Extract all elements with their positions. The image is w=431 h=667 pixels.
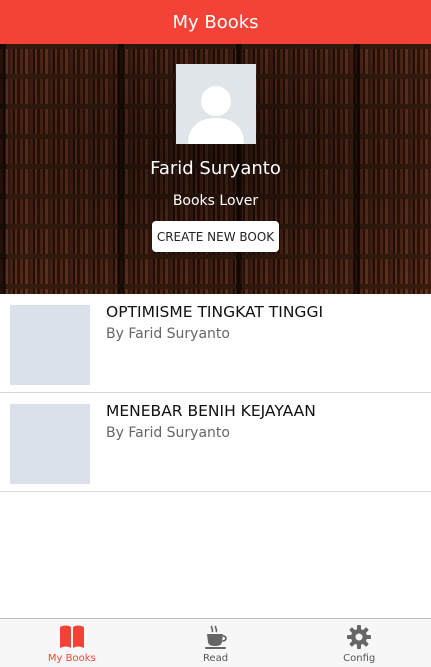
book-list-item[interactable]: MENEBAR BENIH KEJAYAAN By Farid Suryanto [0,393,431,492]
profile-name: Farid Suryanto [150,158,281,179]
app-root: My Books Farid Suryanto Books Lover CREA… [0,0,431,667]
tab-config[interactable]: Config [287,619,431,667]
book-title: OPTIMISME TINGKAT TINGGI [106,303,324,321]
avatar[interactable] [176,64,256,144]
book-author: By Farid Suryanto [106,326,230,342]
user-placeholder-icon [176,64,256,144]
profile-banner: Farid Suryanto Books Lover CREATE NEW BO… [0,44,431,294]
tab-read[interactable]: Read [144,619,288,667]
tab-label: Read [202,653,229,664]
book-icon [59,624,85,650]
book-list: OPTIMISME TINGKAT TINGGI By Farid Suryan… [0,294,431,492]
book-author: By Farid Suryanto [106,425,230,441]
tab-my-books[interactable]: My Books [0,619,144,667]
book-list-item[interactable]: OPTIMISME TINGKAT TINGGI By Farid Suryan… [0,294,431,393]
coffee-cup-icon [203,624,229,650]
tab-label: My Books [47,653,96,664]
tab-label: Config [343,653,376,664]
app-header: My Books [0,0,431,44]
page-title: My Books [172,11,259,33]
bottom-tab-bar: My Books Read Config [0,618,431,667]
gear-icon [346,624,372,650]
book-cover-placeholder [10,404,90,484]
book-cover-placeholder [10,305,90,385]
book-title: MENEBAR BENIH KEJAYAAN [106,402,316,420]
profile-bio: Books Lover [172,193,259,209]
create-new-book-button[interactable]: CREATE NEW BOOK [152,221,279,252]
